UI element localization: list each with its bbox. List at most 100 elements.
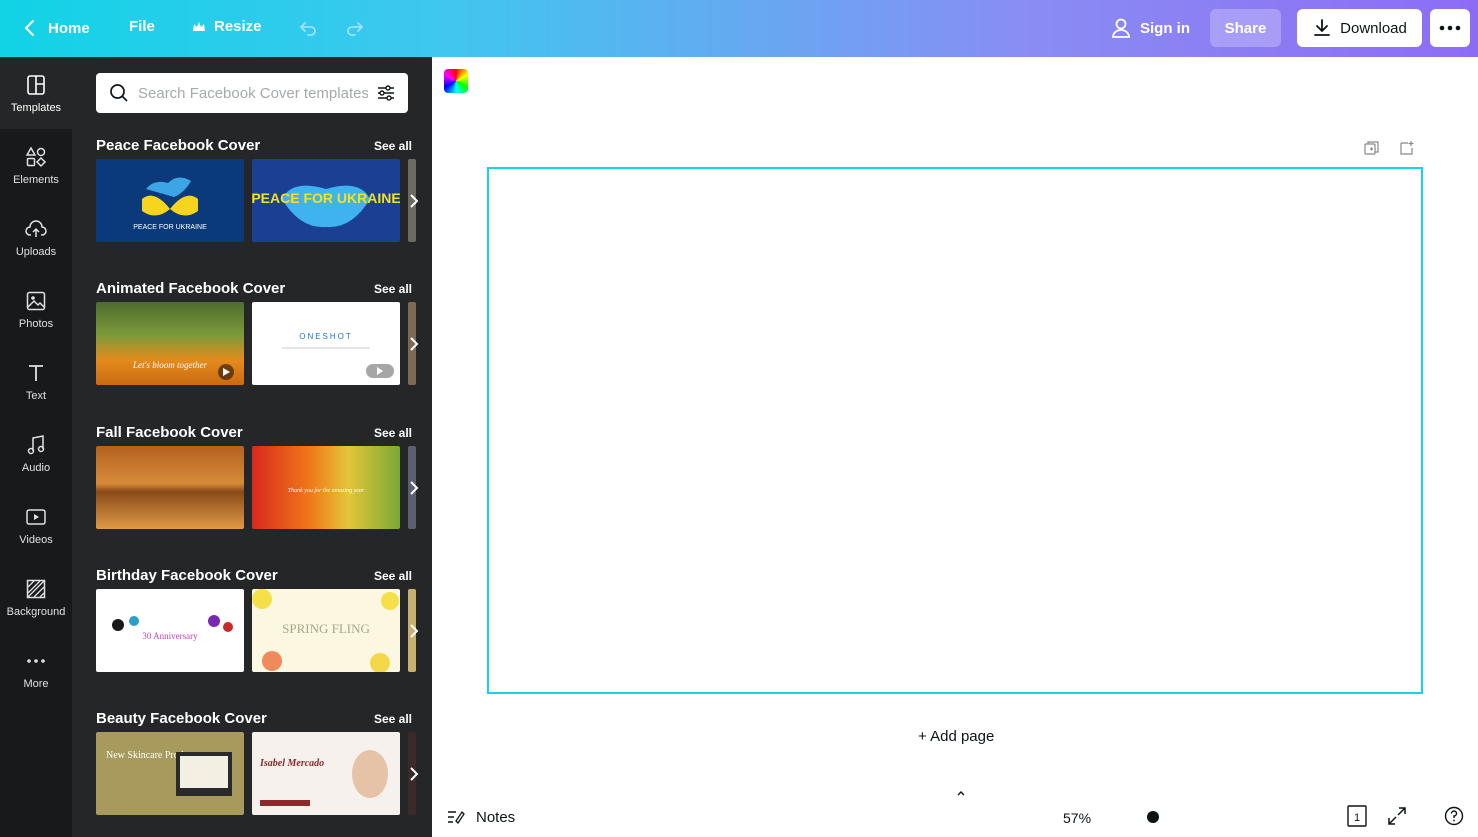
rail-label: Audio: [21, 461, 51, 474]
thumb-caption: SPRING FLING: [282, 621, 370, 636]
user-icon: [1112, 18, 1130, 38]
template-thumb[interactable]: ONESHOT: [252, 302, 400, 385]
rail-label: Background: [6, 605, 66, 618]
templates-panel: Peace Facebook Cover See all PEACE FOR U…: [72, 57, 432, 837]
carousel-next-button[interactable]: [404, 331, 424, 357]
peace-dove-image: PEACE FOR UKRAINE: [133, 177, 207, 231]
sign-in-button[interactable]: Sign in: [1110, 16, 1190, 40]
beauty-model-image: Isabel Mercado: [259, 750, 388, 806]
rail-label: Text: [25, 389, 47, 402]
rail-label: More: [23, 677, 49, 690]
section-title: Peace Facebook Cover: [96, 137, 261, 154]
resize-label: Resize: [214, 18, 262, 35]
more-dots-icon: [1439, 25, 1461, 31]
template-thumb[interactable]: 30 Anniversary: [96, 589, 244, 672]
carousel-next-button[interactable]: [404, 618, 424, 644]
undo-icon: [299, 22, 316, 36]
add-page-icon[interactable]: [1399, 140, 1415, 156]
help-button[interactable]: [1444, 806, 1464, 831]
template-thumb[interactable]: PEACE FOR UKRAINE: [96, 159, 244, 242]
see-all-link[interactable]: See all: [374, 139, 412, 153]
chevron-right-icon: [410, 481, 419, 495]
add-page-button[interactable]: + Add page: [918, 728, 994, 745]
rail-item-photos[interactable]: Photos: [0, 273, 72, 345]
carousel-next-button[interactable]: [404, 475, 424, 501]
chevron-up-icon: [957, 791, 965, 796]
help-icon: [1444, 806, 1464, 826]
oneshot-image: ONESHOT: [282, 332, 394, 378]
rail-item-background[interactable]: Background: [0, 561, 72, 633]
color-picker-button[interactable]: [444, 69, 468, 93]
file-label: File: [129, 18, 155, 35]
side-rail: Templates Elements Uploads Photos Text A…: [0, 57, 72, 837]
more-dots-icon: [27, 658, 45, 663]
rail-label: Templates: [10, 101, 62, 114]
share-label: Share: [1224, 19, 1267, 37]
template-thumb[interactable]: Let's bloom together: [96, 302, 244, 385]
resize-button[interactable]: Resize: [192, 18, 262, 35]
thumb-caption: PEACE FOR UKRAINE: [252, 190, 400, 206]
rail-item-elements[interactable]: Elements: [0, 129, 72, 201]
notes-label: Notes: [476, 808, 516, 826]
template-thumb[interactable]: [96, 446, 244, 529]
rail-item-audio[interactable]: Audio: [0, 417, 72, 489]
template-thumb[interactable]: PEACE FOR UKRAINE: [252, 159, 400, 242]
fullscreen-button[interactable]: [1387, 806, 1407, 831]
section-title: Fall Facebook Cover: [96, 424, 243, 441]
rail-item-more[interactable]: More: [0, 633, 72, 705]
section-title: Animated Facebook Cover: [96, 280, 286, 297]
chevron-right-icon: [410, 194, 419, 208]
peace-ukraine-image: PEACE FOR UKRAINE: [252, 185, 400, 228]
search-icon: [110, 84, 128, 102]
rail-item-text[interactable]: Text: [0, 345, 72, 417]
crown-icon: [193, 21, 205, 31]
template-thumb[interactable]: SPRING FLING: [252, 589, 400, 672]
zoom-level[interactable]: 57%: [1063, 810, 1091, 826]
rail-label: Photos: [18, 317, 54, 330]
see-all-link[interactable]: See all: [374, 426, 412, 440]
duplicate-page-icon[interactable]: [1364, 140, 1380, 156]
see-all-link[interactable]: See all: [374, 282, 412, 296]
template-thumb[interactable]: New Skincare Product: [96, 732, 244, 815]
download-button[interactable]: Download: [1297, 9, 1422, 47]
text-icon: [29, 364, 43, 381]
photo-icon: [26, 291, 46, 310]
background-icon: [26, 579, 46, 598]
thumb-caption: Let's bloom together: [132, 360, 207, 370]
notes-button[interactable]: Notes: [446, 808, 515, 826]
see-all-link[interactable]: See all: [374, 569, 412, 583]
page-count-button[interactable]: 1: [1345, 804, 1369, 833]
zoom-slider-handle[interactable]: [1147, 811, 1159, 823]
show-pages-button[interactable]: [956, 786, 966, 800]
filter-icon[interactable]: [376, 83, 396, 103]
sign-in-label: Sign in: [1140, 19, 1190, 37]
carousel-next-button[interactable]: [404, 761, 424, 787]
search-box: [96, 73, 408, 113]
rail-item-uploads[interactable]: Uploads: [0, 201, 72, 273]
pages-icon: 1: [1347, 805, 1367, 827]
redo-icon: [347, 22, 364, 36]
redo-button[interactable]: [343, 16, 367, 40]
expand-icon: [1388, 807, 1406, 825]
rail-label: Uploads: [15, 245, 57, 258]
share-button[interactable]: Share: [1210, 9, 1281, 47]
more-options-button[interactable]: [1430, 9, 1470, 47]
rail-item-templates[interactable]: Templates: [0, 57, 72, 129]
template-thumb[interactable]: Isabel Mercado: [252, 732, 400, 815]
template-thumb[interactable]: Thank you for the amazing year: [252, 446, 400, 529]
thumb-caption: ONESHOT: [299, 332, 353, 341]
home-button[interactable]: Home: [20, 16, 90, 40]
design-page[interactable]: [487, 167, 1423, 694]
undo-button[interactable]: [296, 16, 320, 40]
spring-fling-image: SPRING FLING: [252, 589, 399, 672]
page-count-label: 1: [1354, 812, 1360, 824]
chevron-right-icon: [410, 767, 419, 781]
thumb-caption: Thank you for the amazing year: [288, 487, 365, 494]
rail-item-videos[interactable]: Videos: [0, 489, 72, 561]
search-input[interactable]: [138, 75, 368, 111]
carousel-next-button[interactable]: [404, 188, 424, 214]
download-icon: [1314, 19, 1331, 36]
file-menu-button[interactable]: File: [129, 18, 155, 35]
flower-field-image: Let's bloom together: [132, 360, 234, 380]
see-all-link[interactable]: See all: [374, 712, 412, 726]
